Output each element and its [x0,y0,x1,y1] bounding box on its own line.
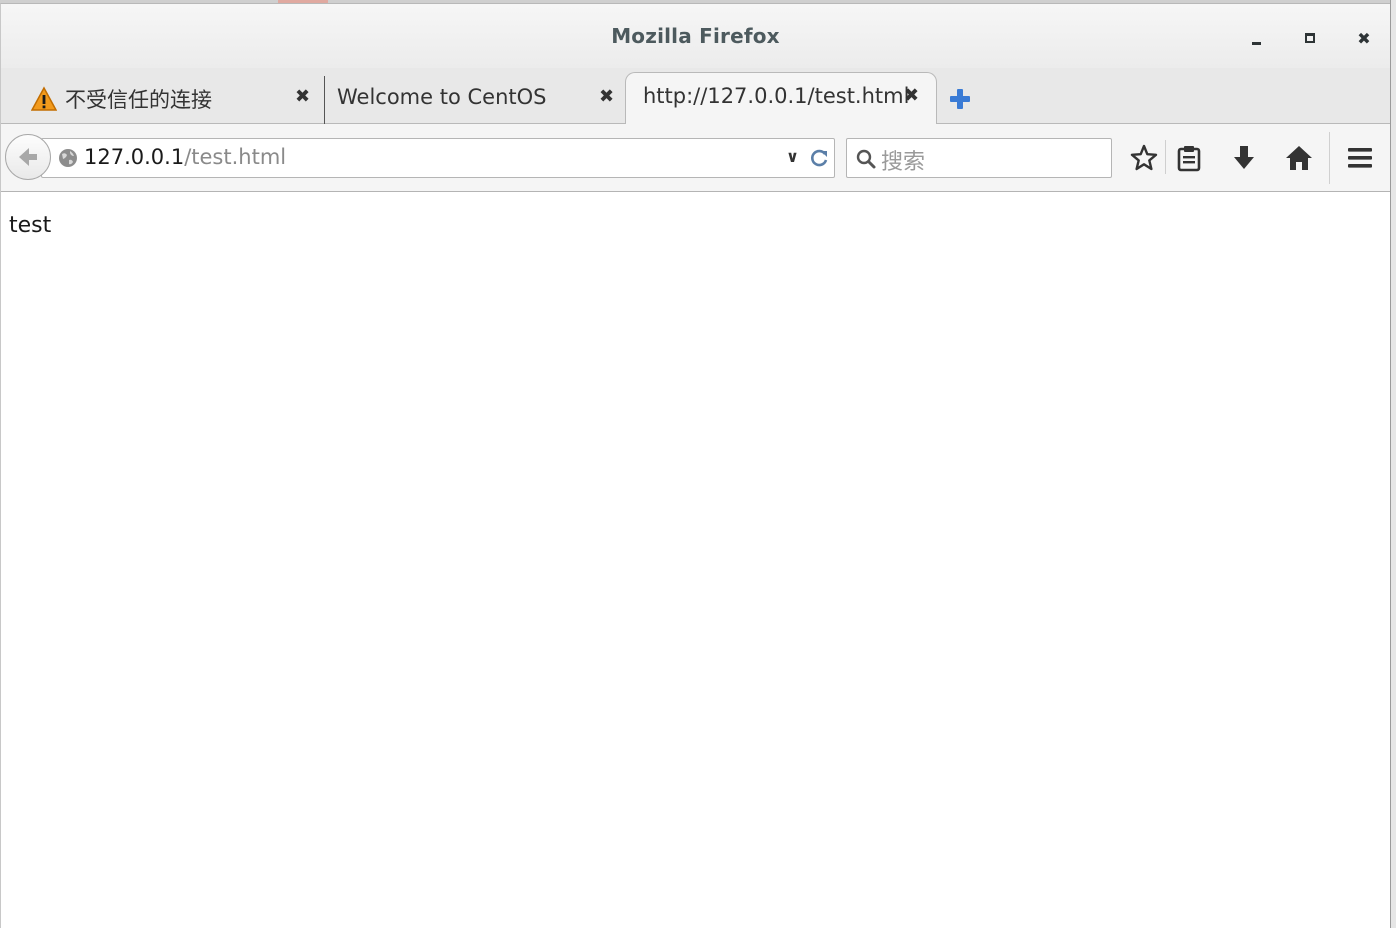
url-host: 127.0.0.1 [84,145,185,169]
tab-untrusted-connection[interactable]: 不受信任的连接 ✖ [1,72,323,124]
star-icon [1130,144,1158,171]
minimize-icon [1251,41,1261,45]
url-text[interactable]: 127.0.0.1/test.html [84,145,286,169]
close-window-button[interactable]: ✖ [1350,24,1378,52]
search-icon [856,149,876,169]
reload-icon[interactable] [808,146,830,170]
tab-test-html-active[interactable]: http://127.0.0.1/test.html ✖ [625,72,937,125]
home-button[interactable] [1283,142,1315,174]
downloads-button[interactable] [1228,142,1260,174]
bookmarks-menu-button[interactable] [1173,142,1205,174]
tab-label: http://127.0.0.1/test.html [643,84,910,108]
tab-label: Welcome to CentOS [337,85,547,109]
url-bar[interactable]: 127.0.0.1/test.html ∨ [41,138,835,178]
plus-icon-vertical [957,89,963,109]
maximize-icon [1305,33,1315,43]
browser-window: Mozilla Firefox ✖ 不受信任的连接 ✖ Welcome to C… [0,3,1390,928]
warning-icon [31,86,57,111]
new-tab-button[interactable] [947,86,973,112]
title-bar: Mozilla Firefox ✖ [1,4,1390,68]
minimize-button[interactable] [1242,24,1270,52]
page-body-text: test [9,213,52,238]
clipboard-icon [1177,146,1201,172]
desktop-edge [1390,0,1396,928]
window-title: Mozilla Firefox [611,24,780,48]
search-bar[interactable]: 搜索 [846,138,1112,178]
tab-close-icon[interactable]: ✖ [599,86,614,107]
hamburger-menu-button[interactable] [1344,142,1376,174]
tab-welcome-centos[interactable]: Welcome to CentOS ✖ [326,72,626,124]
page-content: test [1,193,1390,928]
navigation-toolbar: 127.0.0.1/test.html ∨ 搜索 [1,124,1390,192]
maximize-button[interactable] [1296,24,1324,52]
toolbar-separator [1329,132,1330,184]
tab-close-icon[interactable]: ✖ [904,85,919,106]
tab-close-icon[interactable]: ✖ [295,86,310,107]
chevron-down-icon[interactable]: ∨ [786,147,799,166]
download-arrow-icon [1234,146,1254,169]
back-button[interactable] [5,134,51,180]
close-icon: ✖ [1357,28,1371,48]
home-icon [1286,146,1312,170]
tab-label: 不受信任的连接 [65,88,212,112]
toolbar-separator [1165,140,1166,174]
globe-icon [59,149,77,167]
arrow-left-icon [19,148,37,166]
bookmark-star-button[interactable] [1128,142,1160,174]
tab-separator [324,76,325,124]
url-path: /test.html [184,145,287,169]
hamburger-menu-icon [1348,148,1372,168]
search-placeholder: 搜索 [881,150,926,175]
